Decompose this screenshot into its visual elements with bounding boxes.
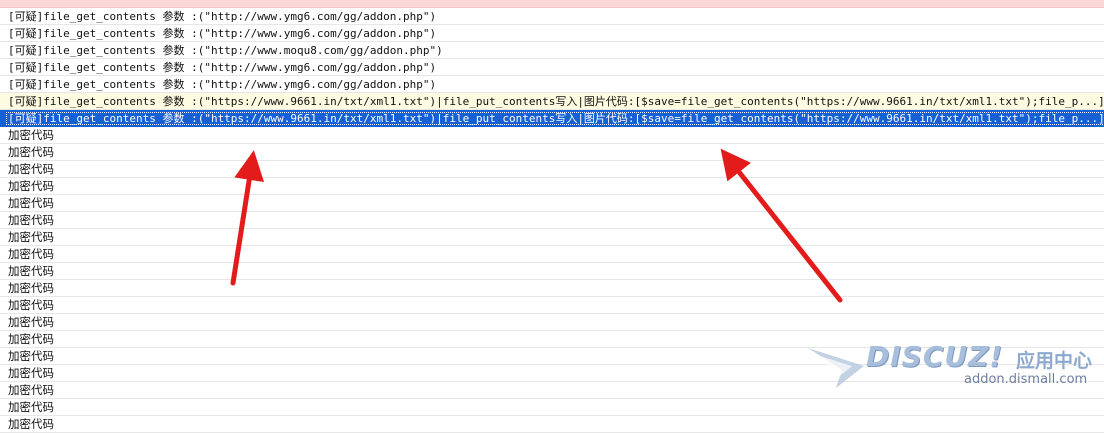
table-row[interactable]: 加密代码 (0, 229, 1104, 246)
table-row[interactable]: 加密代码 (0, 399, 1104, 416)
row-text: 加密代码 (8, 196, 54, 210)
row-text: 加密代码 (8, 145, 54, 159)
row-text: 加密代码 (8, 281, 54, 295)
table-row[interactable]: [可疑]file_get_contents 参数 :("https://www.… (0, 93, 1104, 110)
row-text: [可疑]file_get_contents 参数 :("https://www.… (6, 112, 1104, 125)
row-text: 加密代码 (8, 213, 54, 227)
table-row[interactable]: 加密代码 (0, 263, 1104, 280)
table-row[interactable]: [可疑]file_get_contents 参数 :("http://www.y… (0, 76, 1104, 93)
table-row-selected[interactable]: [可疑]file_get_contents 参数 :("https://www.… (0, 110, 1104, 127)
table-row[interactable]: 加密代码 (0, 144, 1104, 161)
row-text: 已知后门 (8, 0, 52, 1)
row-text: 加密代码 (8, 417, 54, 431)
row-text: 加密代码 (8, 315, 54, 329)
discuz-watermark: DISCUZ! 应用中心 addon.dismall.com (806, 338, 1096, 394)
row-text: 加密代码 (8, 332, 54, 346)
table-row[interactable]: 加密代码 (0, 127, 1104, 144)
row-text: 加密代码 (8, 349, 54, 363)
row-text: [可疑]file_get_contents 参数 :("http://www.y… (8, 10, 437, 23)
table-row[interactable]: 加密代码 (0, 195, 1104, 212)
row-text: 加密代码 (8, 264, 54, 278)
watermark-url: addon.dismall.com (964, 372, 1088, 387)
row-text: [可疑]file_get_contents 参数 :("http://www.y… (8, 27, 437, 40)
watermark-logo: DISCUZ! (866, 340, 1004, 373)
table-row[interactable]: [可疑]file_get_contents 参数 :("http://www.y… (0, 8, 1104, 25)
table-row[interactable]: [可疑]file_get_contents 参数 :("http://www.y… (0, 59, 1104, 76)
row-text: [可疑]file_get_contents 参数 :("https://www.… (8, 95, 1104, 108)
row-text: 加密代码 (8, 400, 54, 414)
table-row[interactable]: 加密代码 (0, 178, 1104, 195)
list-header-row[interactable]: 已知后门 (0, 0, 1104, 8)
row-text: 加密代码 (8, 230, 54, 244)
table-row[interactable]: [可疑]file_get_contents 参数 :("http://www.y… (0, 25, 1104, 42)
watermark-cn: 应用中心 (1016, 350, 1093, 372)
row-text: [可疑]file_get_contents 参数 :("http://www.m… (8, 44, 443, 57)
table-row[interactable]: 加密代码 (0, 297, 1104, 314)
row-text: 加密代码 (8, 247, 54, 261)
row-text: 加密代码 (8, 298, 54, 312)
row-text: 加密代码 (8, 179, 54, 193)
table-row[interactable]: [可疑]file_get_contents 参数 :("http://www.m… (0, 42, 1104, 59)
row-text: 加密代码 (8, 162, 54, 176)
table-row[interactable]: 加密代码 (0, 212, 1104, 229)
row-text: 加密代码 (8, 383, 54, 397)
table-row[interactable]: 加密代码 (0, 246, 1104, 263)
row-text: [可疑]file_get_contents 参数 :("http://www.y… (8, 78, 437, 91)
table-row[interactable]: 加密代码 (0, 161, 1104, 178)
table-row[interactable]: 加密代码 (0, 314, 1104, 331)
table-row[interactable]: 加密代码 (0, 416, 1104, 433)
table-row[interactable]: 加密代码 (0, 280, 1104, 297)
row-text: 加密代码 (8, 128, 54, 142)
discuz-wing-icon (808, 348, 864, 388)
row-text: [可疑]file_get_contents 参数 :("http://www.y… (8, 61, 437, 74)
row-text: 加密代码 (8, 366, 54, 380)
